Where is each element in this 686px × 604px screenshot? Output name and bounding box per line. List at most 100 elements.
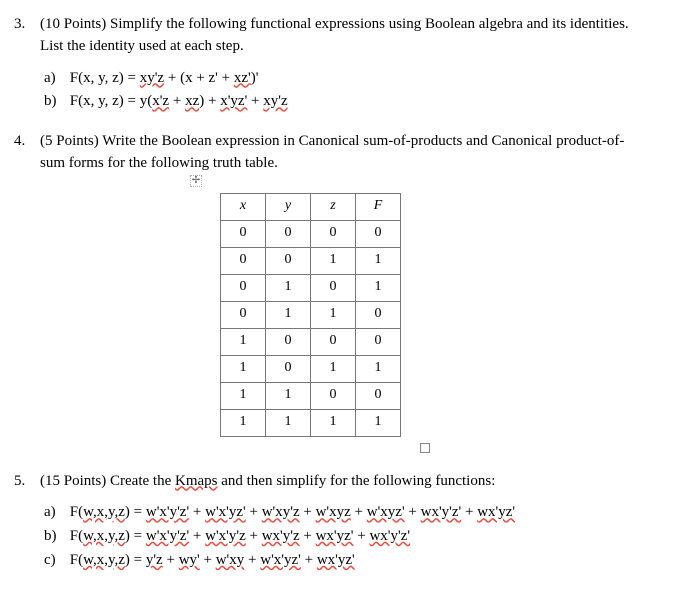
- q5-c-t2: wy': [179, 552, 200, 568]
- q5-c-label: c): [44, 550, 66, 572]
- q5-b-t0: w'x'y'z': [146, 528, 189, 544]
- cell: 1: [266, 409, 311, 436]
- q5-a-t9: +: [405, 504, 421, 520]
- cell: 1: [311, 247, 356, 274]
- q5-c-t1: +: [163, 552, 179, 568]
- q5-a-t0: w'x'y'z': [146, 504, 189, 520]
- table-row: 0000: [221, 220, 401, 247]
- truth-table-header-row: x y z F: [221, 193, 401, 220]
- table-row: 1111: [221, 409, 401, 436]
- q3-a-label: a): [44, 68, 66, 90]
- q3-b-t4: xy'z: [263, 93, 287, 109]
- q5-b-vars: w,x,y,z: [83, 528, 125, 544]
- cell: 0: [221, 274, 266, 301]
- q5-prompt-b: and then simplify for the following func…: [217, 473, 495, 489]
- q3-b-label: b): [44, 91, 66, 113]
- q5-kmaps: Kmaps: [175, 473, 218, 489]
- q5-a-t1: +: [189, 504, 205, 520]
- q5-a-t5: +: [300, 504, 316, 520]
- table-row: 0011: [221, 247, 401, 274]
- truth-th-F: F: [356, 193, 401, 220]
- q4-table-area: ✢ x y z F 0000 0011 0101 0110 1000 1011 …: [40, 175, 666, 453]
- q3-b-s3: +: [247, 93, 263, 109]
- table-row: 1000: [221, 328, 401, 355]
- q5-b-eq: ) =: [125, 528, 146, 544]
- cell: 1: [356, 274, 401, 301]
- cell: 0: [266, 247, 311, 274]
- cell: 0: [311, 382, 356, 409]
- q5-b-t7: +: [354, 528, 370, 544]
- q5-a-vars: w,x,y,z: [83, 504, 125, 520]
- question-5: 5. (15 Points) Create the Kmaps and then…: [14, 471, 666, 572]
- q3-text: (10 Points) Simplify the following funct…: [40, 14, 666, 58]
- q5-a-label: a): [44, 502, 66, 524]
- q3-a-mid: + (x + z' +: [164, 70, 234, 86]
- truth-th-y: y: [266, 193, 311, 220]
- q4-prompt-line1: (5 Points) Write the Boolean expression …: [40, 133, 624, 149]
- q5-part-b: b) F(w,x,y,z) = w'x'y'z' + w'x'y'z + wx'…: [44, 526, 666, 548]
- table-row: 0110: [221, 301, 401, 328]
- q3-part-a: a) F(x, y, z) = xy'z + (x + z' + xz')': [44, 68, 666, 90]
- q5-b-t3: +: [246, 528, 262, 544]
- q3-b-lhs: F(x, y, z) = y(: [70, 93, 152, 109]
- cell: 1: [311, 301, 356, 328]
- q5-c-t3: +: [200, 552, 216, 568]
- cell: 1: [356, 409, 401, 436]
- cell: 0: [221, 220, 266, 247]
- q5-part-a: a) F(w,x,y,z) = w'x'y'z' + w'x'yz' + w'x…: [44, 502, 666, 524]
- q3-a-lhs: F(x, y, z) =: [70, 70, 140, 86]
- cell: 0: [311, 274, 356, 301]
- q5-a-t8: w'xyz': [367, 504, 405, 520]
- q3-part-b: b) F(x, y, z) = y(x'z + xz) + x'yz' + xy…: [44, 91, 666, 113]
- q5-a-t6: w'xyz: [316, 504, 351, 520]
- cell: 1: [266, 274, 311, 301]
- q3-a-term2: xz': [234, 70, 251, 86]
- q5-a-t10: wx'y'z': [421, 504, 462, 520]
- q5-subparts: a) F(w,x,y,z) = w'x'y'z' + w'x'yz' + w'x…: [44, 502, 666, 571]
- truth-table: x y z F 0000 0011 0101 0110 1000 1011 11…: [220, 193, 401, 437]
- q5-c-t4: w'xy: [216, 552, 245, 568]
- q5-c-t5: +: [244, 552, 260, 568]
- table-resize-handle-icon: [420, 443, 430, 453]
- cell: 1: [311, 409, 356, 436]
- cell: 0: [266, 355, 311, 382]
- question-4: 4. (5 Points) Write the Boolean expressi…: [14, 131, 666, 453]
- truth-th-z: z: [311, 193, 356, 220]
- q5-a-lhs: F(: [70, 504, 83, 520]
- q5-a-t3: +: [246, 504, 262, 520]
- cell: 1: [266, 382, 311, 409]
- cell: 0: [356, 301, 401, 328]
- q5-b-lhs: F(: [70, 528, 83, 544]
- cell: 0: [266, 328, 311, 355]
- q5-c-t7: +: [301, 552, 317, 568]
- cell: 1: [266, 301, 311, 328]
- q3-b-t3: x'yz': [220, 93, 247, 109]
- q3-prompt-line1: (10 Points) Simplify the following funct…: [40, 16, 629, 32]
- q5-c-t6: w'x'yz': [260, 552, 301, 568]
- table-row: 0101: [221, 274, 401, 301]
- q3-b-t1: x'z: [152, 93, 169, 109]
- q5-c-eq: ) =: [125, 552, 146, 568]
- cell: 1: [221, 409, 266, 436]
- q3-b-s2: ) +: [199, 93, 220, 109]
- q4-header: 4. (5 Points) Write the Boolean expressi…: [14, 131, 666, 175]
- q5-b-t6: wx'yz': [316, 528, 354, 544]
- cell: 1: [221, 328, 266, 355]
- q3-prompt-line2: List the identity used at each step.: [40, 38, 244, 54]
- q5-prompt-a: (15 Points) Create the: [40, 473, 175, 489]
- cell: 1: [311, 355, 356, 382]
- q5-c-t0: y'z: [146, 552, 163, 568]
- q5-c-lhs: F(: [70, 552, 83, 568]
- cell: 0: [356, 382, 401, 409]
- q5-a-t2: w'x'yz': [205, 504, 246, 520]
- cell: 1: [356, 355, 401, 382]
- q5-text: (15 Points) Create the Kmaps and then si…: [40, 471, 666, 493]
- cell: 1: [221, 355, 266, 382]
- q5-part-c: c) F(w,x,y,z) = y'z + wy' + w'xy + w'x'y…: [44, 550, 666, 572]
- q5-a-t11: +: [461, 504, 477, 520]
- q3-number: 3.: [14, 14, 40, 58]
- q5-b-label: b): [44, 526, 66, 548]
- q5-b-t8: wx'y'z': [369, 528, 410, 544]
- q5-c-t8: wx'yz': [317, 552, 355, 568]
- q3-header: 3. (10 Points) Simplify the following fu…: [14, 14, 666, 58]
